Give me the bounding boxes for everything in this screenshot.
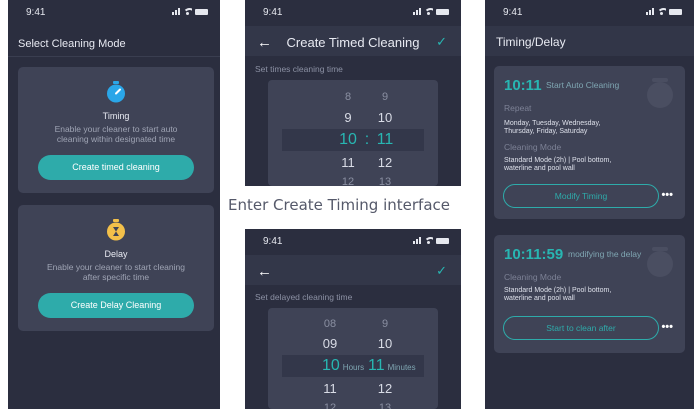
battery-icon [669,9,682,15]
wifi-icon [657,8,666,15]
timing-delay-screen: 9:41 Timing/Delay 10:11 Start Auto Clean… [485,0,694,409]
status-time: 9:41 [263,7,283,18]
status-bar: 9:41 [485,0,694,24]
cleaning-mode-label: Cleaning Mode [504,272,562,282]
wifi-icon [424,237,433,244]
section-label: Set delayed cleaning time [255,292,353,302]
picker-row: 12 13 [323,402,392,409]
picker-row: 9 10 [344,110,393,125]
page-title: Timing/Delay [496,35,566,49]
status-time: 9:41 [503,7,523,18]
repeat-value: Monday, Tuesday, Wednesday, Thursday, Fr… [504,120,601,135]
delay-time: 10:11:59 [504,246,564,263]
signal-icon [172,7,180,15]
confirm-check-icon[interactable]: ✓ [436,34,447,50]
status-icons [413,236,449,244]
selected-minute: 11 [376,131,394,148]
timing-entry-card: 10:11 Start Auto Cleaning Repeat Monday,… [494,66,685,219]
repeat-label: Repeat [504,103,532,113]
status-time: 9:41 [26,7,46,18]
selected-minutes: 11 Minutes [368,357,416,374]
stopwatch-icon [107,81,125,103]
delay-picker[interactable]: 08 9 09 10 10 Hours 11 Minutes 11 12 12 13 [268,308,438,409]
section-label: Set times cleaning time [255,64,343,74]
timer-watermark-icon [647,247,673,277]
picker-selected-row: 10 : 11 [282,129,424,151]
delay-note: modifying the delay [568,249,642,259]
page-title: Create Timed Cleaning [286,35,420,50]
composite-stage: 9:41 Select Cleaning Mode Timing Enable … [0,0,694,409]
flow-caption: Enter Create Timing interface [228,196,450,214]
signal-icon [413,236,421,244]
create-delay-cleaning-button[interactable]: Create Delay Cleaning [38,293,194,318]
timing-description: Enable your cleaner to start auto cleani… [54,124,178,144]
status-time: 9:41 [263,236,283,247]
more-options-icon[interactable]: ••• [661,189,673,201]
delay-entry-card: 10:11:59 modifying the delay Cleaning Mo… [494,235,685,353]
signal-icon [646,7,654,15]
page-title: Select Cleaning Mode [18,38,126,50]
picker-row: 8 9 [344,91,389,103]
nav-bar: ← ✓ [245,255,461,285]
modify-timing-button[interactable]: Modify Timing [503,184,659,208]
more-options-icon[interactable]: ••• [661,321,673,333]
battery-icon [195,9,208,15]
nav-bar: Timing/Delay [485,26,694,56]
cleaning-mode-value: Standard Mode (2h) | Pool bottom, waterl… [504,157,612,172]
divider [8,56,220,57]
delay-card: Delay Enable your cleaner to start clean… [18,205,214,331]
signal-icon [413,7,421,15]
battery-icon [436,9,449,15]
status-icons [172,7,208,15]
select-mode-screen: 9:41 Select Cleaning Mode Timing Enable … [8,0,220,409]
nav-bar: ← Create Timed Cleaning ✓ [245,26,461,56]
delay-description: Enable your cleaner to start cleaning af… [47,262,185,282]
stopwatch-watermark-icon [647,78,673,108]
selected-hours: 10 Hours [322,357,365,374]
status-bar: 9:41 [245,229,461,253]
cleaning-mode-value: Standard Mode (2h) | Pool bottom, waterl… [504,287,612,302]
create-timed-cleaning-screen: 9:41 ← Create Timed Cleaning ✓ Set times… [245,0,461,186]
picker-row: 12 13 [341,176,392,186]
status-icons [413,7,449,15]
back-arrow-icon[interactable]: ← [257,263,272,280]
create-delay-cleaning-screen: 9:41 ← ✓ Set delayed cleaning time 08 9 … [245,229,461,409]
time-picker[interactable]: 8 9 9 10 10 : 11 11 12 12 13 [268,80,438,186]
status-bar: 9:41 [8,0,220,24]
cleaning-mode-label: Cleaning Mode [504,142,562,152]
confirm-check-icon[interactable]: ✓ [436,263,447,279]
picker-row: 09 10 [322,336,393,351]
picker-row: 08 9 [323,318,389,330]
wifi-icon [424,8,433,15]
status-icons [646,7,682,15]
timing-note: Start Auto Cleaning [546,80,620,90]
timing-title: Timing [102,111,130,121]
create-timed-cleaning-button[interactable]: Create timed cleaning [38,155,194,180]
start-to-clean-after-button[interactable]: Start to clean after [503,316,659,340]
nav-bar: Select Cleaning Mode [8,24,220,54]
timer-icon [107,219,125,241]
wifi-icon [183,8,192,15]
picker-selected-row: 10 Hours 11 Minutes [282,355,424,377]
delay-title: Delay [104,249,128,259]
status-bar: 9:41 [245,0,461,24]
timing-time: 10:11 [504,77,542,94]
timing-card: Timing Enable your cleaner to start auto… [18,67,214,193]
battery-icon [436,238,449,244]
